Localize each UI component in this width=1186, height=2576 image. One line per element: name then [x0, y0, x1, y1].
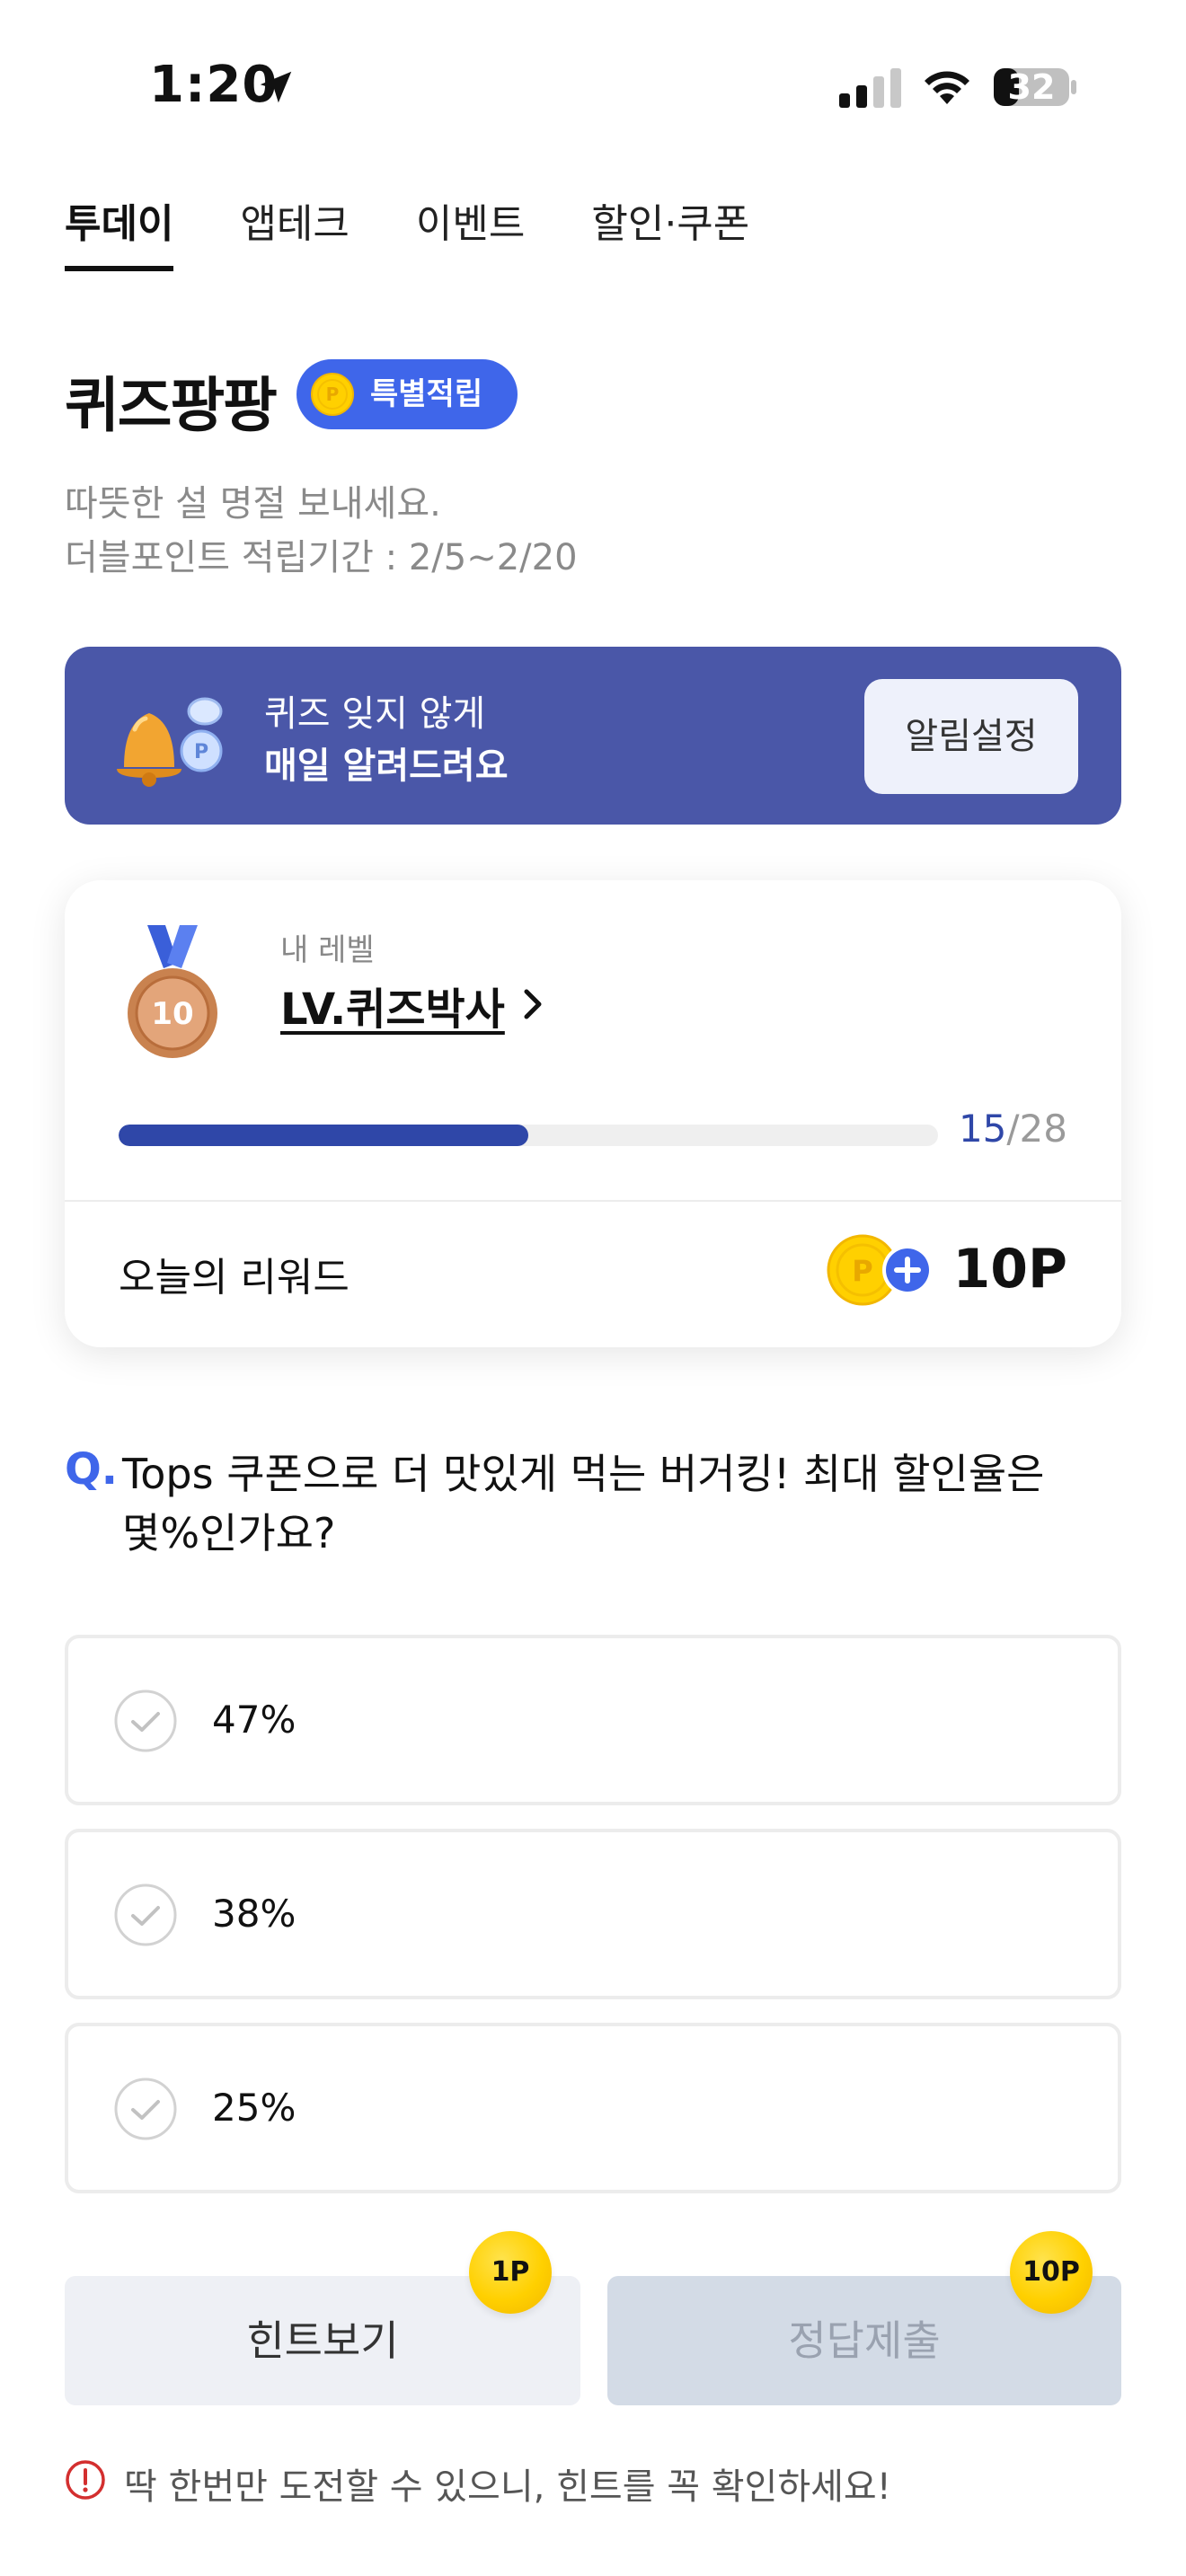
point-plus-icon: P: [827, 1234, 933, 1306]
notification-banner: P 퀴즈 잊지 않게 매일 알려드려요 알림설정: [65, 647, 1121, 825]
tab-discount-coupon[interactable]: 할인·쿠폰: [591, 189, 749, 278]
level-label: 내 레벨: [280, 932, 375, 968]
question-mark: Q.: [65, 1444, 119, 1495]
alarm-settings-button[interactable]: 알림설정: [864, 679, 1078, 794]
status-bar: 1:20 32: [0, 0, 1186, 171]
check-circle-icon: [114, 1689, 177, 1752]
top-tabs: 투데이 앱테크 이벤트 할인·쿠폰: [65, 189, 816, 287]
chevron-right-icon[interactable]: [519, 984, 546, 1024]
check-circle-icon: [114, 2078, 177, 2140]
check-circle-icon: [114, 1883, 177, 1946]
warning-icon: [66, 2460, 105, 2500]
level-progress-fill: [119, 1125, 528, 1146]
wifi-icon: [925, 71, 969, 104]
subtitle-period: 더블포인트 적립기간 : 2/5~2/20: [65, 537, 578, 578]
option-label: 47%: [212, 1698, 296, 1742]
location-arrow-icon: [260, 71, 292, 103]
tab-apptech[interactable]: 앱테크: [240, 189, 349, 278]
notice-text-line1: 퀴즈 잊지 않게: [264, 693, 486, 735]
answer-option-3[interactable]: 25%: [65, 2023, 1121, 2193]
bell-coin-icon: P: [117, 697, 223, 787]
question-text: Tops 쿠폰으로 더 맛있게 먹는 버거킹! 최대 할인율은 몇%인가요?: [122, 1450, 1045, 1557]
level-name-link[interactable]: LV.퀴즈박사: [280, 974, 505, 1037]
cellular-signal-icon: [839, 68, 901, 108]
submit-reward-badge: 10P: [1010, 2231, 1093, 2314]
tab-event[interactable]: 이벤트: [416, 189, 525, 278]
badge-label: 특별적립: [370, 376, 483, 412]
progress-total: /28: [1006, 1107, 1067, 1151]
answer-option-1[interactable]: 47%: [65, 1635, 1121, 1805]
svg-text:P: P: [326, 384, 340, 405]
level-card: 10 내 레벨 LV.퀴즈박사 15/28 오늘의 리워드 P 10P: [65, 880, 1121, 1347]
medal-number: 10: [151, 996, 193, 1032]
subtitle-greeting: 따뜻한 설 명절 보내세요.: [65, 483, 441, 525]
answer-option-2[interactable]: 38%: [65, 1829, 1121, 1999]
progress-current: 15: [958, 1107, 1007, 1151]
medal-icon: 10: [128, 925, 217, 1058]
reward-value: 10P: [952, 1238, 1067, 1301]
reward-label: 오늘의 리워드: [119, 1255, 350, 1301]
point-coin-icon: P: [311, 373, 354, 416]
notice-text-line2: 매일 알려드려요: [264, 745, 509, 787]
battery-level: 32: [1007, 67, 1056, 107]
warning-text: 딱 한번만 도전할 수 있으니, 힌트를 꼭 확인하세요!: [124, 2466, 891, 2508]
option-label: 38%: [212, 1892, 296, 1936]
tab-today[interactable]: 투데이: [65, 189, 174, 278]
special-earn-badge: P 특별적립: [296, 359, 518, 429]
svg-text:P: P: [194, 741, 208, 763]
level-progress-text: 15/28: [959, 1107, 1067, 1151]
card-divider: [65, 1200, 1121, 1202]
option-label: 25%: [212, 2086, 296, 2130]
hint-cost-badge: 1P: [469, 2231, 552, 2314]
svg-text:P: P: [852, 1254, 872, 1288]
level-progress-bar: [119, 1125, 938, 1146]
page-title: 퀴즈팡팡: [65, 371, 278, 440]
